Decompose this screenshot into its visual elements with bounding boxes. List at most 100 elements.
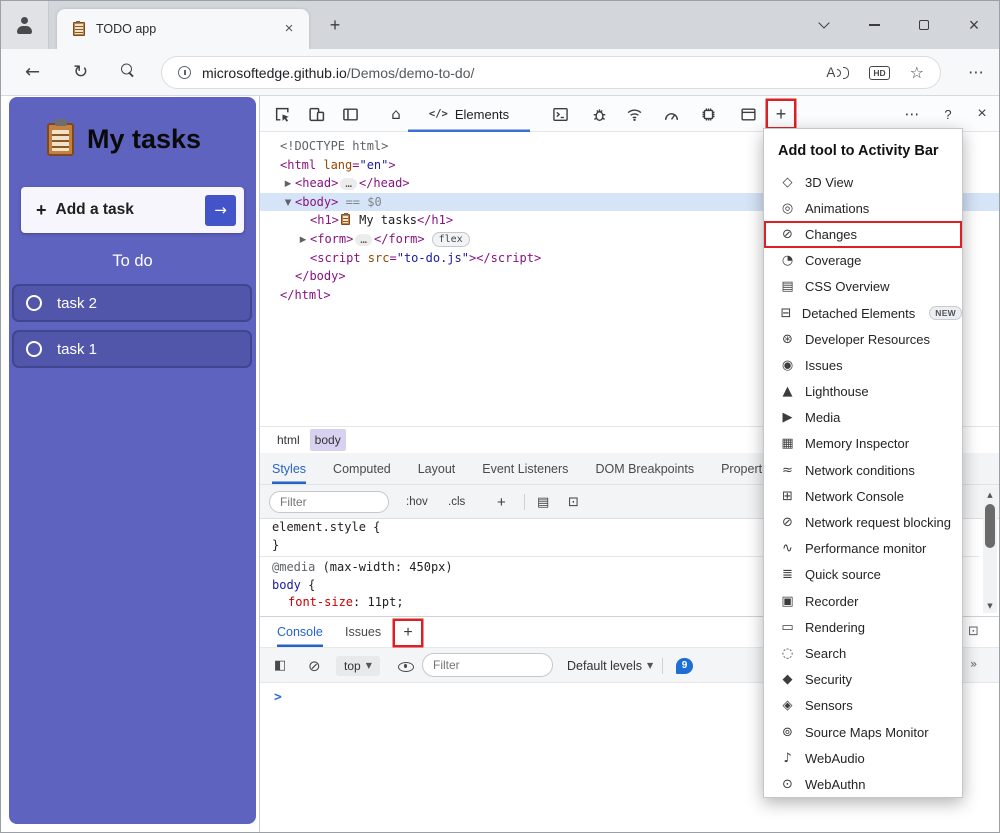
menu-item-changes[interactable]: ⊘ Changes bbox=[764, 221, 962, 248]
toggle-element-state-button[interactable]: :hov bbox=[406, 485, 428, 519]
read-aloud-button[interactable]: A bbox=[826, 65, 850, 80]
tab-computed[interactable]: Computed bbox=[333, 453, 391, 484]
back-button[interactable]: ← bbox=[25, 62, 40, 83]
window-close-button[interactable]: × bbox=[951, 1, 997, 49]
tab-dom-breakpoints[interactable]: DOM Breakpoints bbox=[595, 453, 694, 484]
styles-filter-input[interactable] bbox=[269, 491, 389, 513]
add-task-submit-button[interactable]: → bbox=[205, 194, 236, 226]
menu-item-rendering[interactable]: ▭ Rendering bbox=[764, 614, 962, 640]
refresh-button[interactable]: ↻ bbox=[73, 62, 88, 83]
tab-console-panel[interactable] bbox=[548, 96, 572, 132]
menu-item-memory-inspector[interactable]: ▦ Memory Inspector bbox=[764, 431, 962, 457]
element-classes-button[interactable]: .cls bbox=[448, 485, 465, 519]
menu-item-network-request-blocking[interactable]: ⊘ Network request blocking bbox=[764, 509, 962, 535]
styles-scrollbar[interactable]: ▲ ▼ bbox=[983, 488, 997, 613]
tab-actions-button[interactable] bbox=[801, 1, 847, 49]
favorite-star-icon[interactable]: ☆ bbox=[910, 63, 924, 82]
tab-performance[interactable] bbox=[659, 96, 683, 132]
menu-item-recorder[interactable]: ▣ Recorder bbox=[764, 588, 962, 614]
devtools-help-button[interactable]: ? bbox=[936, 96, 960, 132]
device-emulation-button[interactable] bbox=[304, 96, 328, 132]
profile-button[interactable] bbox=[1, 1, 49, 49]
drawer-dock-icon[interactable]: ⊡ bbox=[968, 624, 979, 639]
tab-application[interactable] bbox=[736, 96, 760, 132]
menu-item-performance-monitor[interactable]: ∿ Performance monitor bbox=[764, 536, 962, 562]
toolbar-overflow-icon[interactable]: » bbox=[970, 657, 977, 671]
new-style-rule-button[interactable]: + bbox=[497, 485, 506, 519]
collapsed-content-badge[interactable]: … bbox=[355, 233, 372, 246]
console-context-dropdown[interactable]: top ▼ bbox=[336, 648, 380, 683]
task-checkbox-circle[interactable] bbox=[26, 295, 42, 311]
expand-arrow-icon[interactable]: ▶ bbox=[281, 175, 295, 194]
scroll-up-icon[interactable]: ▲ bbox=[983, 491, 997, 499]
console-sidebar-icon[interactable]: ◧ bbox=[274, 648, 286, 683]
breadcrumb-body[interactable]: body bbox=[309, 429, 346, 451]
menu-item-network-console[interactable]: ⊞ Network Console bbox=[764, 483, 962, 509]
new-tab-button[interactable]: + bbox=[323, 14, 347, 38]
add-tool-button[interactable]: + bbox=[768, 101, 794, 127]
menu-item-source-maps-monitor[interactable]: ⊚ Source Maps Monitor bbox=[764, 719, 962, 745]
tab-close-icon[interactable]: × bbox=[279, 19, 299, 39]
tab-elements[interactable]: </> Elements bbox=[408, 96, 530, 132]
tab-memory[interactable] bbox=[696, 96, 720, 132]
add-task-bar[interactable]: + Add a task → bbox=[21, 187, 244, 233]
console-prompt[interactable]: > bbox=[274, 690, 282, 705]
clear-console-icon[interactable]: ⊘ bbox=[308, 648, 321, 683]
tab-issues[interactable]: Issues bbox=[345, 617, 381, 647]
menu-item-webauthn[interactable]: ⊙ WebAuthn bbox=[764, 771, 962, 797]
menu-item-sensors[interactable]: ◈ Sensors bbox=[764, 693, 962, 719]
add-drawer-tool-button[interactable]: + bbox=[395, 621, 421, 645]
message-count-badge[interactable]: 9 bbox=[676, 648, 693, 683]
scroll-down-icon[interactable]: ▼ bbox=[983, 602, 997, 610]
menu-item-3d-view[interactable]: ◇ 3D View bbox=[764, 169, 962, 195]
browser-menu-button[interactable]: ⋯ bbox=[968, 63, 985, 82]
activity-bar-layout-button[interactable] bbox=[338, 96, 362, 132]
menu-item-issues[interactable]: ◉ Issues bbox=[764, 352, 962, 378]
inspect-element-button[interactable] bbox=[270, 96, 294, 132]
tab-sources[interactable] bbox=[587, 96, 611, 132]
menu-item-css-overview[interactable]: ▤ CSS Overview bbox=[764, 274, 962, 300]
tab-event-listeners[interactable]: Event Listeners bbox=[482, 453, 568, 484]
menu-item-media[interactable]: ▶ Media bbox=[764, 405, 962, 431]
menu-item-search[interactable]: ◌ Search bbox=[764, 640, 962, 666]
scrollbar-thumb[interactable] bbox=[985, 504, 995, 548]
menu-item-webaudio[interactable]: ♪ WebAudio bbox=[764, 745, 962, 771]
task-item[interactable]: task 1 bbox=[12, 330, 252, 368]
maximize-button[interactable] bbox=[901, 1, 947, 49]
console-filter-input[interactable] bbox=[422, 653, 553, 677]
tab-layout[interactable]: Layout bbox=[418, 453, 456, 484]
menu-item-detached-elements[interactable]: ⊟ Detached Elements NEW bbox=[764, 300, 962, 326]
menu-item-network-conditions[interactable]: ≈ Network conditions bbox=[764, 457, 962, 483]
expand-arrow-icon[interactable]: ▼ bbox=[281, 194, 295, 213]
task-item[interactable]: task 2 bbox=[12, 284, 252, 322]
search-button[interactable] bbox=[121, 62, 135, 83]
computed-sidebar-icon[interactable]: ⊡ bbox=[568, 485, 579, 519]
menu-item-lighthouse[interactable]: ▲ Lighthouse bbox=[764, 379, 962, 405]
menu-item-quick-source[interactable]: ≣ Quick source bbox=[764, 562, 962, 588]
minimize-button[interactable] bbox=[851, 1, 897, 49]
log-levels-dropdown[interactable]: Default levels ▼ bbox=[567, 648, 653, 683]
address-bar[interactable]: microsoftedge.github.io/Demos/demo-to-do… bbox=[161, 56, 941, 89]
menu-item-developer-resources[interactable]: ⊛ Developer Resources bbox=[764, 326, 962, 352]
menu-item-security[interactable]: ◆ Security bbox=[764, 667, 962, 693]
collapsed-content-badge[interactable]: … bbox=[340, 178, 357, 191]
tab-network[interactable] bbox=[622, 96, 646, 132]
live-expression-button[interactable] bbox=[398, 648, 414, 683]
site-info-icon[interactable] bbox=[178, 66, 191, 79]
tab-console[interactable]: Console bbox=[277, 617, 323, 647]
url-text[interactable]: microsoftedge.github.io/Demos/demo-to-do… bbox=[202, 65, 474, 81]
hd-badge[interactable]: HD bbox=[869, 65, 890, 80]
menu-item-coverage[interactable]: ◔ Coverage bbox=[764, 248, 962, 274]
expand-arrow-icon[interactable]: ▶ bbox=[296, 231, 310, 250]
devtools-more-button[interactable]: ⋯ bbox=[900, 96, 924, 132]
devtools-close-button[interactable]: × bbox=[970, 96, 994, 132]
welcome-home-button[interactable]: ⌂ bbox=[384, 96, 408, 132]
menu-item-animations[interactable]: ◎ Animations bbox=[764, 195, 962, 221]
tab-styles[interactable]: Styles bbox=[272, 453, 306, 484]
task-checkbox-circle[interactable] bbox=[26, 341, 42, 357]
breadcrumb-html[interactable]: html bbox=[272, 429, 305, 451]
browser-tab[interactable]: TODO app × bbox=[57, 9, 309, 49]
add-task-label[interactable]: Add a task bbox=[56, 201, 196, 219]
elements-tab-label: Elements bbox=[454, 106, 510, 122]
rendering-emulations-icon[interactable]: ▤ bbox=[537, 485, 549, 519]
